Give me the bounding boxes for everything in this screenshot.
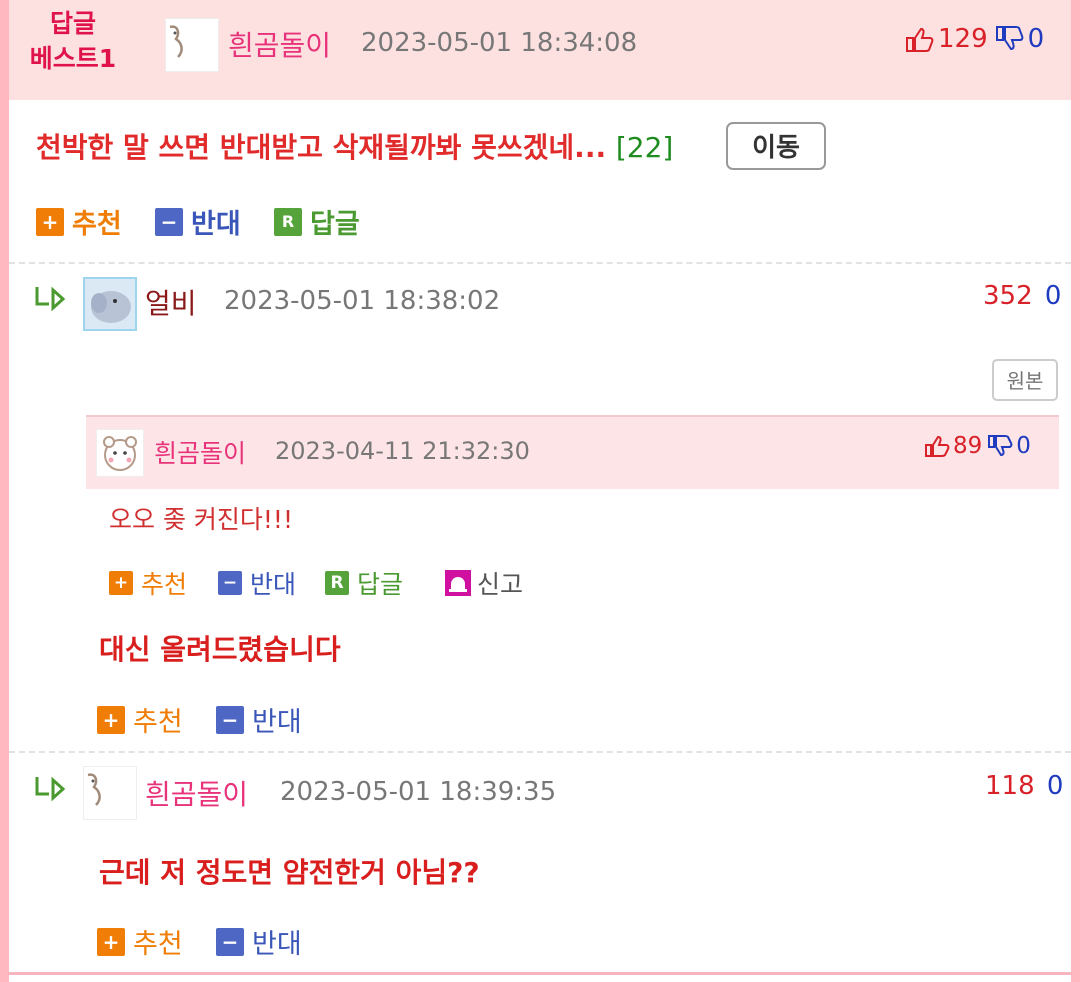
post-date: 2023-05-01 18:38:02 (224, 286, 501, 316)
recommend-button[interactable]: + 추천 (97, 700, 183, 739)
comment-body: 대신 올려드렸습니다 (99, 633, 341, 666)
oppose-label: 반대 (252, 707, 302, 738)
vote-counts: 129 0 (904, 24, 1044, 54)
oppose-label: 반대 (250, 570, 297, 599)
plus-icon: + (109, 571, 133, 595)
divider (9, 262, 1071, 264)
recommend-button[interactable]: + 추천 (97, 922, 183, 961)
minus-icon: − (155, 207, 183, 236)
best-reply-text[interactable]: 천박한 말 쓰면 반대받고 삭재될까봐 못쓰겠네... (36, 131, 606, 164)
best-reply-header: 답글 베스트1 흰곰돌이 2023-05-01 18:34:08 129 0 (9, 0, 1071, 100)
author-name[interactable]: 흰곰돌이 (145, 773, 248, 813)
vote-counts: 89 0 (924, 433, 1031, 459)
author-name[interactable]: 흰곰돌이 (154, 434, 246, 470)
recommend-button[interactable]: + 추천 (109, 565, 187, 601)
avatar[interactable] (165, 18, 219, 72)
upvote-count: 352 (983, 281, 1033, 311)
author-name[interactable]: 흰곰돌이 (228, 24, 331, 64)
plus-icon: + (36, 207, 64, 236)
quoted-comment-text: 오오 좆 커진다!!! (109, 505, 293, 534)
minus-icon: − (218, 571, 242, 595)
elephant-avatar-icon (91, 291, 131, 323)
recommend-label: 추천 (141, 570, 188, 599)
best-reply-label: 답글 베스트1 (23, 6, 123, 76)
vote-counts: 118 0 (985, 771, 1063, 801)
oppose-button[interactable]: − 반대 (216, 700, 302, 739)
bear-avatar-icon (87, 773, 101, 806)
reply-icon: R (325, 571, 349, 595)
best-reply-title[interactable]: 천박한 말 쓰면 반대받고 삭재될까봐 못쓰겠네... [22] (36, 126, 673, 166)
reply-button[interactable]: R 답글 (325, 565, 403, 601)
author-name[interactable]: 얼비 (145, 282, 197, 322)
reply-count: [22] (615, 131, 674, 164)
minus-icon: − (216, 705, 244, 734)
post-date: 2023-05-01 18:34:08 (361, 28, 638, 58)
divider (9, 751, 1071, 753)
siren-icon (445, 570, 471, 596)
bear-avatar-icon (169, 25, 183, 58)
bear-avatar-icon (103, 436, 137, 471)
report-label: 신고 (477, 570, 524, 599)
reply-label: 답글 (310, 209, 360, 240)
post-date: 2023-04-11 21:32:30 (275, 437, 530, 465)
divider (9, 972, 1071, 975)
plus-icon: + (97, 705, 125, 734)
thumbs-up-icon[interactable] (904, 25, 934, 53)
report-button[interactable]: 신고 (445, 565, 523, 601)
avatar[interactable] (96, 429, 144, 477)
oppose-button[interactable]: − 반대 (216, 922, 302, 961)
oppose-label: 반대 (252, 929, 302, 960)
upvote-count: 118 (985, 771, 1035, 801)
avatar[interactable] (83, 766, 137, 820)
upvote-count: 89 (953, 433, 983, 459)
post-date: 2023-05-01 18:39:35 (280, 777, 557, 807)
recommend-button[interactable]: + 추천 (36, 202, 122, 241)
comment-body: 근데 저 정도면 얌전한거 아님?? (99, 856, 480, 889)
move-button[interactable]: 이동 (726, 122, 826, 170)
reply-icon: R (274, 207, 302, 236)
oppose-button[interactable]: − 반대 (155, 202, 241, 241)
oppose-label: 반대 (191, 209, 241, 240)
upvote-count: 129 (938, 24, 988, 54)
downvote-count: 0 (1016, 433, 1031, 459)
original-button[interactable]: 원본 (992, 359, 1058, 401)
comment-frame: 답글 베스트1 흰곰돌이 2023-05-01 18:34:08 129 0 천… (9, 0, 1071, 982)
downvote-count: 0 (1044, 281, 1062, 311)
avatar[interactable] (83, 277, 137, 331)
downvote-count: 0 (1027, 24, 1045, 54)
downvote-count: 0 (1046, 771, 1064, 801)
quoted-comment-header: 흰곰돌이 2023-04-11 21:32:30 89 0 (86, 415, 1059, 489)
reply-arrow-icon (35, 776, 66, 802)
recommend-label: 추천 (133, 929, 183, 960)
reply-label: 답글 (357, 570, 404, 599)
reply-button[interactable]: R 답글 (274, 202, 360, 241)
vote-counts: 352 0 (983, 281, 1061, 311)
reply-arrow-icon (35, 286, 66, 312)
plus-icon: + (97, 927, 125, 956)
thumbs-down-icon[interactable] (994, 25, 1024, 53)
thumbs-up-icon[interactable] (924, 434, 950, 458)
oppose-button[interactable]: − 반대 (218, 565, 296, 601)
minus-icon: − (216, 927, 244, 956)
recommend-label: 추천 (72, 209, 122, 240)
recommend-label: 추천 (133, 707, 183, 738)
best-label-line2: 베스트1 (29, 44, 117, 73)
best-label-line1: 답글 (49, 9, 96, 38)
thumbs-down-icon[interactable] (987, 434, 1013, 458)
